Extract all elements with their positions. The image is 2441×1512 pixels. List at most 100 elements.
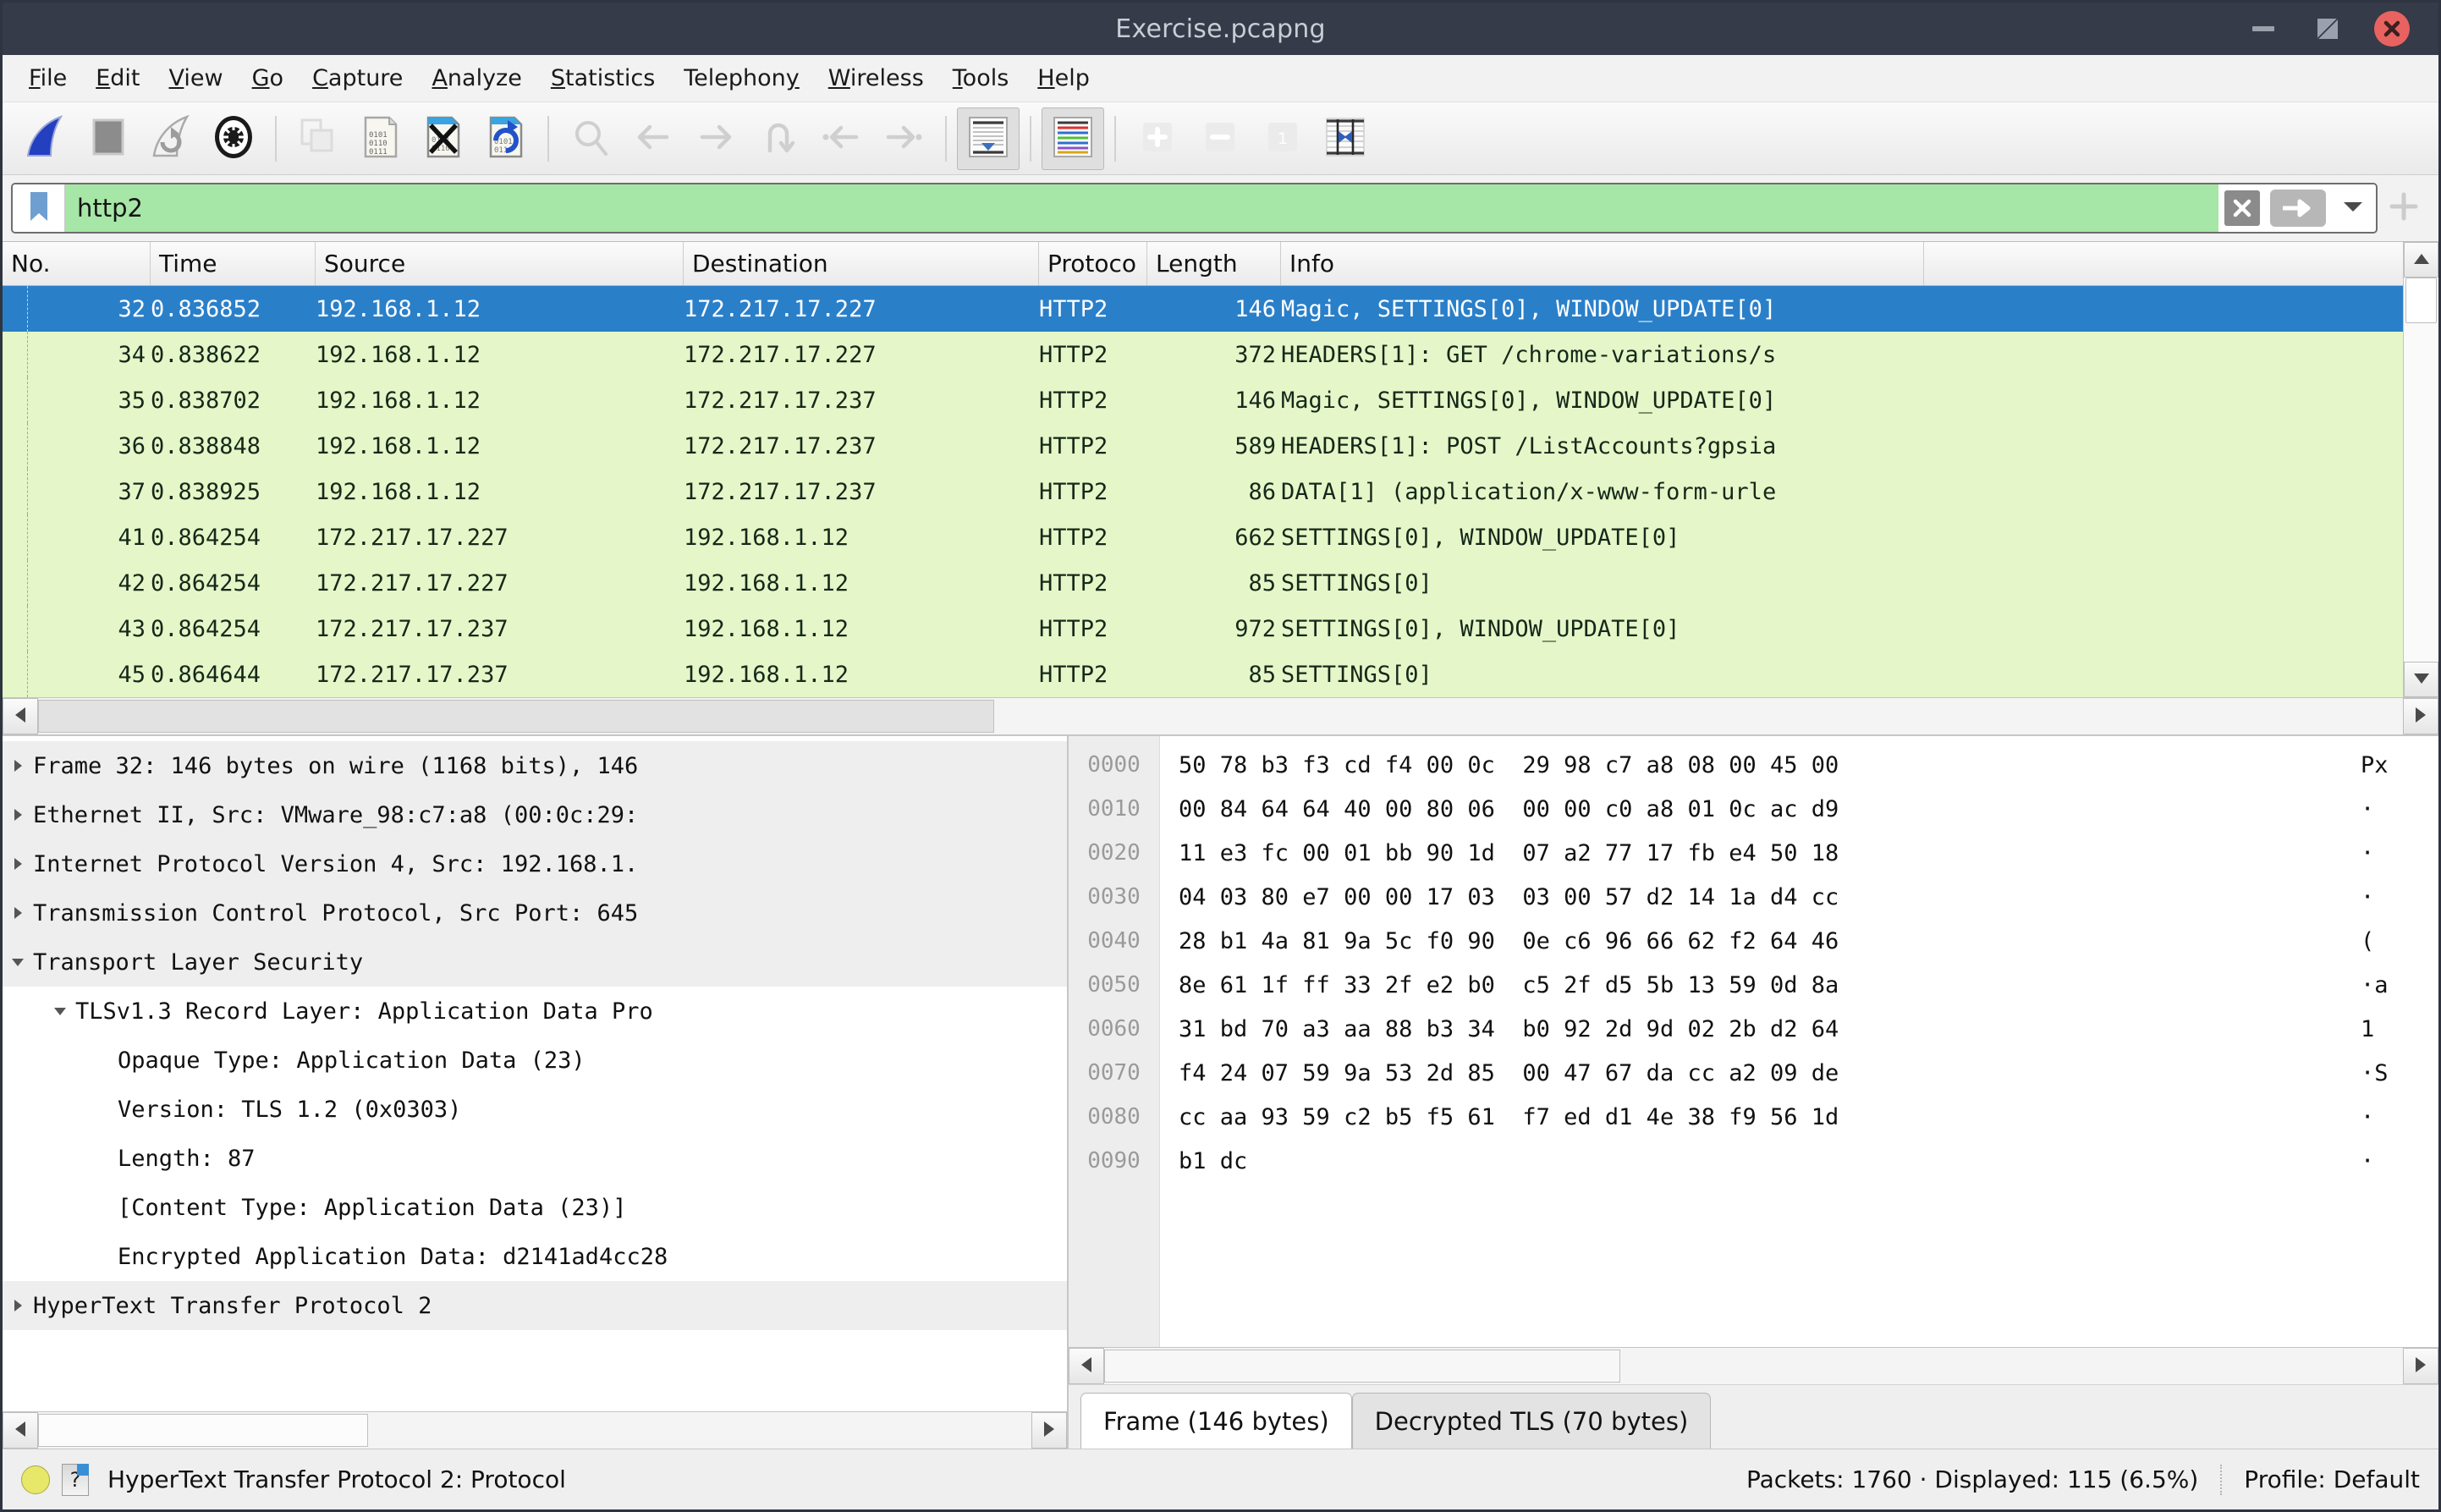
- hex-ascii-row[interactable]: ·: [2361, 831, 2438, 875]
- menu-wireless[interactable]: Wireless: [814, 60, 938, 96]
- menu-edit[interactable]: Edit: [81, 60, 154, 96]
- bytes-view-tab[interactable]: Decrypted TLS (70 bytes): [1351, 1393, 1712, 1449]
- scroll-left-button[interactable]: [3, 1412, 38, 1449]
- hex-bytes-column[interactable]: 50 78 b3 f3 cd f4 00 0c 29 98 c7 a8 08 0…: [1160, 736, 2361, 1347]
- packet-list-row[interactable]: 36 0.838848 192.168.1.12 172.217.17.237 HTTP…: [3, 423, 2403, 469]
- hex-bytes-row[interactable]: f4 24 07 59 9a 53 2d 85 00 47 67 da cc a…: [1179, 1051, 2361, 1095]
- packet-list-row[interactable]: 37 0.838925 192.168.1.12 172.217.17.237 HTTP…: [3, 469, 2403, 514]
- apply-filter-button[interactable]: [2266, 184, 2330, 232]
- triangle-down-icon[interactable]: [45, 1003, 75, 1019]
- go-to-last-button[interactable]: [872, 107, 935, 170]
- restart-capture-button[interactable]: [140, 107, 202, 170]
- packet-bytes-horizontal-scrollbar[interactable]: [1069, 1347, 2438, 1384]
- packet-detail-row[interactable]: TLSv1.3 Record Layer: Application Data P…: [3, 987, 1067, 1036]
- scroll-thumb[interactable]: [38, 700, 994, 733]
- packet-list-row[interactable]: 35 0.838702 192.168.1.12 172.217.17.237 HTTP…: [3, 377, 2403, 423]
- triangle-right-icon[interactable]: [3, 904, 33, 921]
- stop-capture-button[interactable]: [77, 107, 140, 170]
- hex-ascii-row[interactable]: Px: [2361, 743, 2438, 787]
- scroll-track[interactable]: [1104, 1348, 2403, 1384]
- go-to-first-button[interactable]: [810, 107, 872, 170]
- hex-bytes-row[interactable]: 04 03 80 e7 00 00 17 03 03 00 57 d2 14 1…: [1179, 875, 2361, 919]
- hex-ascii-column[interactable]: Px · · ·(·a 1 ·S · ·: [2361, 736, 2438, 1347]
- expert-info-icon[interactable]: [21, 1465, 50, 1494]
- packet-list-row[interactable]: 41 0.864254 172.217.17.227 192.168.1.12 HTTP…: [3, 514, 2403, 560]
- packet-list-column-header[interactable]: Destination: [684, 242, 1039, 285]
- packet-detail-row[interactable]: Version: TLS 1.2 (0x0303): [3, 1085, 1067, 1134]
- packet-list-column-header[interactable]: Time: [151, 242, 316, 285]
- scroll-right-button[interactable]: [2403, 698, 2438, 734]
- hex-ascii-row[interactable]: ·S: [2361, 1051, 2438, 1095]
- zoom-out-button[interactable]: [1189, 107, 1251, 170]
- scroll-thumb[interactable]: [1104, 1350, 1620, 1383]
- packet-list-horizontal-scrollbar[interactable]: [3, 697, 2438, 734]
- hex-bytes-row[interactable]: b1 dc: [1179, 1139, 2361, 1183]
- scroll-thumb[interactable]: [38, 1414, 368, 1447]
- triangle-down-icon[interactable]: [3, 954, 33, 970]
- bytes-view-tab[interactable]: Frame (146 bytes): [1080, 1393, 1352, 1449]
- go-back-button[interactable]: [622, 107, 684, 170]
- hex-ascii-row[interactable]: ·: [2361, 875, 2438, 919]
- packet-list-vertical-scrollbar[interactable]: [2403, 242, 2438, 697]
- packet-bytes-body[interactable]: 0000 0010 0020 0030 0040 0050 0060 0070 0080 0090…: [1069, 736, 2438, 1347]
- find-packet-button[interactable]: [559, 107, 622, 170]
- packet-list-row[interactable]: 34 0.838622 192.168.1.12 172.217.17.227 HTTP…: [3, 332, 2403, 377]
- packet-detail-horizontal-scrollbar[interactable]: [3, 1411, 1067, 1449]
- filter-bookmark-button[interactable]: [13, 184, 65, 232]
- zoom-reset-button[interactable]: 1: [1251, 107, 1314, 170]
- menu-tools[interactable]: Tools: [938, 60, 1024, 96]
- minimize-button[interactable]: [2246, 11, 2281, 47]
- menu-view[interactable]: View: [155, 60, 238, 96]
- clear-filter-button[interactable]: [2218, 184, 2266, 232]
- packet-list-column-header[interactable]: Protoco: [1039, 242, 1147, 285]
- save-file-button[interactable]: 0101 0110 0111: [349, 107, 412, 170]
- hex-bytes-row[interactable]: 28 b1 4a 81 9a 5c f0 90 0e c6 96 66 62 f…: [1179, 919, 2361, 963]
- packet-detail-row[interactable]: Transport Layer Security: [3, 937, 1067, 987]
- filter-history-dropdown[interactable]: [2330, 184, 2376, 232]
- hex-ascii-row[interactable]: 1: [2361, 1007, 2438, 1051]
- scroll-track[interactable]: [2404, 278, 2438, 662]
- scroll-up-button[interactable]: [2404, 242, 2438, 278]
- menu-statistics[interactable]: Statistics: [536, 60, 669, 96]
- capture-options-button[interactable]: [202, 107, 265, 170]
- menu-capture[interactable]: Capture: [298, 60, 417, 96]
- packet-list-column-header[interactable]: Length: [1147, 242, 1281, 285]
- status-profile-text[interactable]: Profile: Default: [2244, 1465, 2420, 1493]
- resize-columns-button[interactable]: [1314, 107, 1377, 170]
- packet-detail-row[interactable]: Frame 32: 146 bytes on wire (1168 bits),…: [3, 741, 1067, 790]
- packet-list-row[interactable]: 43 0.864254 172.217.17.237 192.168.1.12 HTTP…: [3, 606, 2403, 652]
- go-to-packet-button[interactable]: [747, 107, 810, 170]
- scroll-track[interactable]: [38, 698, 2403, 734]
- triangle-right-icon[interactable]: [3, 1297, 33, 1314]
- hex-bytes-row[interactable]: 11 e3 fc 00 01 bb 90 1d 07 a2 77 17 fb e…: [1179, 831, 2361, 875]
- triangle-right-icon[interactable]: [3, 806, 33, 823]
- packet-detail-row[interactable]: Encrypted Application Data: d2141ad4cc28: [3, 1232, 1067, 1281]
- start-capture-button[interactable]: [14, 107, 77, 170]
- scroll-down-button[interactable]: [2404, 662, 2438, 697]
- colorize-button[interactable]: [1042, 107, 1104, 170]
- packet-list-column-header[interactable]: No.: [3, 242, 151, 285]
- scroll-right-button[interactable]: [1031, 1412, 1067, 1449]
- close-file-button[interactable]: 01010110: [412, 107, 475, 170]
- autoscroll-button[interactable]: [957, 107, 1020, 170]
- hex-ascii-row[interactable]: ·a: [2361, 963, 2438, 1007]
- packet-list-column-header[interactable]: Source: [316, 242, 684, 285]
- hex-bytes-row[interactable]: 00 84 64 64 40 00 80 06 00 00 c0 a8 01 0…: [1179, 787, 2361, 831]
- hex-ascii-row[interactable]: ·: [2361, 787, 2438, 831]
- add-filter-button-button[interactable]: [2378, 190, 2430, 227]
- hex-bytes-row[interactable]: cc aa 93 59 c2 b5 f5 61 f7 ed d1 4e 38 f…: [1179, 1095, 2361, 1139]
- maximize-button[interactable]: [2310, 11, 2345, 47]
- hex-ascii-row[interactable]: (: [2361, 919, 2438, 963]
- triangle-right-icon[interactable]: [3, 757, 33, 774]
- reload-file-button[interactable]: 0101 0110: [475, 107, 537, 170]
- packet-detail-row[interactable]: Ethernet II, Src: VMware_98:c7:a8 (00:0c…: [3, 790, 1067, 839]
- go-forward-button[interactable]: [684, 107, 747, 170]
- scroll-right-button[interactable]: [2403, 1348, 2438, 1384]
- triangle-right-icon[interactable]: [3, 855, 33, 872]
- scroll-track[interactable]: [38, 1412, 1031, 1449]
- menu-help[interactable]: Help: [1023, 60, 1104, 96]
- hex-ascii-row[interactable]: ·: [2361, 1095, 2438, 1139]
- close-button[interactable]: [2374, 11, 2410, 47]
- packet-detail-tree[interactable]: Frame 32: 146 bytes on wire (1168 bits),…: [3, 736, 1067, 1411]
- menu-telephony[interactable]: Telephony: [669, 60, 814, 96]
